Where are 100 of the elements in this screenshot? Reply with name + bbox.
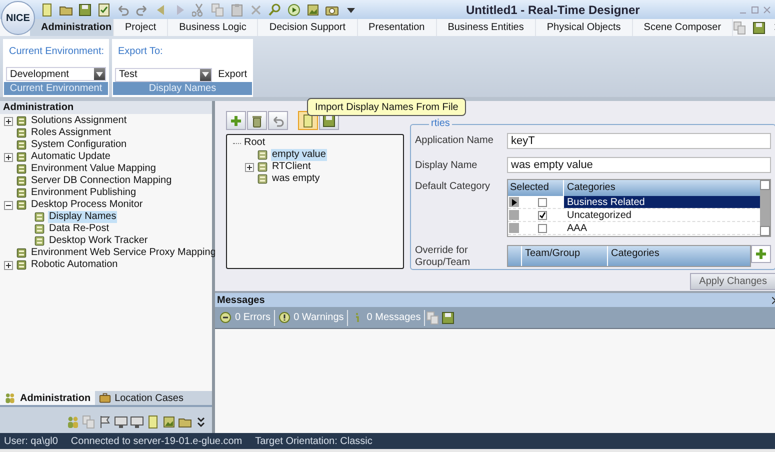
tree-item[interactable]: Solutions Assignment [30, 115, 128, 127]
expand-toggle-icon[interactable] [4, 152, 13, 162]
table-cell[interactable]: AAA [564, 222, 760, 234]
checkbox[interactable] [538, 198, 546, 206]
table-icon [256, 161, 269, 173]
maximize-icon[interactable] [751, 6, 759, 14]
tooltip: Import Display Names From File [307, 98, 466, 116]
undo-icon[interactable] [116, 2, 130, 16]
monitor-icon[interactable] [130, 415, 144, 429]
tree-item[interactable]: Data Re-Post [48, 223, 110, 235]
window-title: Untitled1 - Real-Time Designer [466, 2, 640, 18]
save-icon[interactable] [78, 2, 92, 16]
collapse-toggle-icon[interactable] [4, 200, 13, 210]
panel-tab[interactable]: Administration [0, 391, 95, 405]
column-header: Selected [508, 180, 564, 196]
module-icon [33, 235, 46, 247]
add-icon[interactable] [229, 114, 243, 128]
people-icon[interactable] [66, 415, 80, 429]
checkbox[interactable] [538, 210, 546, 220]
module-icon [15, 247, 28, 259]
panel-tab[interactable]: Location Cases [94, 391, 188, 405]
document-icon[interactable] [146, 415, 160, 429]
tree-item[interactable]: Environment Web Service Proxy Mapping [30, 247, 217, 259]
image-icon[interactable] [162, 415, 176, 429]
module-icon [33, 211, 46, 223]
module-icon [15, 115, 28, 127]
save-icon[interactable] [440, 310, 455, 324]
tree-item[interactable]: Desktop Work Tracker [48, 235, 149, 247]
tree-item[interactable]: RTClient [271, 161, 312, 173]
people-icon [4, 392, 16, 404]
export-icon[interactable] [322, 114, 336, 128]
module-icon [33, 223, 46, 235]
environment-dropdown[interactable]: Development [6, 67, 106, 81]
ribbon-tab[interactable]: Administration [30, 19, 114, 36]
delete-icon[interactable] [249, 2, 263, 16]
tree-item[interactable]: Roles Assignment [30, 127, 112, 139]
expand-toggle-icon[interactable] [245, 162, 254, 172]
module-icon [15, 259, 28, 271]
apply-changes-button[interactable]: Apply Changes [690, 273, 775, 290]
module-icon [15, 163, 28, 175]
tree-item[interactable]: System Configuration [30, 139, 128, 151]
trash-icon[interactable] [250, 114, 264, 128]
expand-toggle-icon[interactable] [4, 260, 13, 270]
tree-item[interactable]: Display Names [48, 211, 118, 223]
environment-dropdown[interactable]: Test [115, 68, 212, 82]
module-icon [15, 175, 28, 187]
refresh-icon[interactable] [271, 114, 285, 128]
tree-item[interactable]: Desktop Process Monitor [30, 199, 144, 211]
export-button[interactable]: Export [218, 67, 250, 82]
new-document-icon[interactable] [40, 2, 54, 16]
group-caption: Display Names [113, 82, 252, 95]
expand-toggle-icon[interactable] [4, 116, 13, 126]
search-icon[interactable] [268, 2, 282, 16]
panel-header: Administration [0, 101, 212, 114]
paste-icon[interactable] [230, 2, 244, 16]
field-label: Default Category [415, 180, 492, 194]
suitcase-icon [98, 392, 111, 404]
field-label: Override for Group/Team [415, 245, 472, 269]
group-caption: Current Environment [4, 82, 108, 95]
status-text: Connected to server-19-01.e-glue.com [70, 434, 242, 448]
window-icon[interactable] [733, 20, 748, 34]
group-label: Current Environment: [8, 45, 106, 59]
flag-icon[interactable] [98, 415, 112, 429]
tree-item[interactable]: Robotic Automation [30, 259, 119, 271]
minus-circle-icon [220, 312, 231, 323]
copy-icon[interactable] [211, 2, 225, 16]
tree-item[interactable]: Environment Publishing [30, 187, 138, 199]
caret-icon [96, 72, 103, 76]
caret-icon [202, 72, 210, 77]
group-label: Export To: [117, 45, 164, 59]
table-cell[interactable]: Uncategorized [564, 209, 760, 221]
tree-item[interactable]: Automatic Update [30, 151, 112, 163]
add-icon[interactable] [754, 247, 768, 261]
module-icon [15, 127, 28, 139]
monitor-icon[interactable] [114, 415, 128, 429]
status-text: Target Orientation: Classic [255, 434, 372, 448]
play-icon[interactable] [287, 2, 301, 16]
table-icon [256, 149, 269, 161]
panel-title: Messages [217, 294, 265, 308]
row-indicator[interactable] [508, 196, 520, 208]
image-icon[interactable] [306, 2, 320, 16]
scrollbar[interactable] [760, 180, 770, 236]
table-icon [256, 173, 269, 185]
status-text: User: qa\gl0 [4, 434, 58, 448]
module-icon [15, 187, 28, 199]
tree-item[interactable]: Root [243, 137, 266, 149]
text-field[interactable]: keyT [507, 132, 771, 149]
field-label: Display Name [415, 158, 478, 173]
tree-item[interactable]: Server DB Connection Mapping [30, 175, 173, 187]
tree-item[interactable]: was empty [271, 173, 321, 185]
column-header: Team/Group [522, 246, 608, 266]
import-icon[interactable] [301, 114, 315, 128]
table-cell[interactable]: Business Related [564, 196, 760, 208]
tree-item[interactable]: empty value [271, 149, 327, 161]
checkbox[interactable] [538, 224, 546, 232]
column-header: Categories [564, 180, 760, 196]
text-field[interactable]: was empty value [507, 157, 771, 174]
checklist-icon[interactable] [97, 2, 111, 16]
tree-item[interactable]: Environment Value Mapping [30, 163, 157, 175]
redo-icon[interactable] [135, 2, 149, 16]
